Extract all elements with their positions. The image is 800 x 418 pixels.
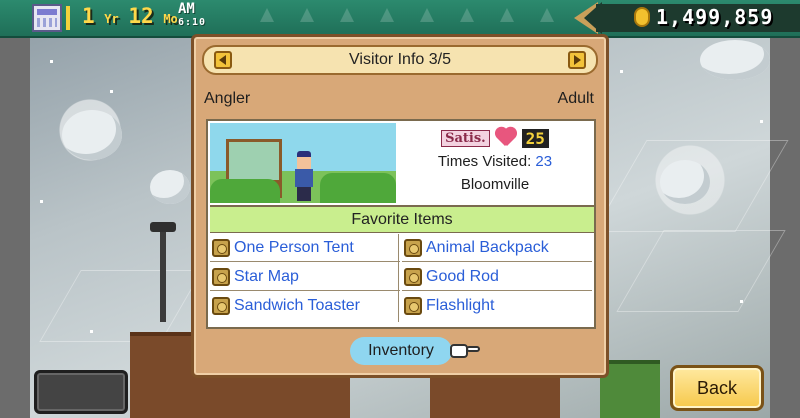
favorite-item[interactable]: One Person Tent [210,234,400,262]
bar-decoration [380,8,394,22]
panel-header: Visitor Info 3/5 [202,45,598,75]
sprite-body [295,169,313,187]
plant-stall [600,360,660,418]
left-edge [0,36,30,418]
year-number: 1 [82,4,95,28]
inventory-button[interactable]: Inventory [350,337,452,365]
coin-icon [634,7,650,27]
visitor-stats: Satis. 25 Times Visited: 23 Bloomville [398,123,592,203]
money-amount: 1,499,859 [656,5,774,29]
bar-divider [66,6,70,30]
next-visitor-button[interactable] [568,51,586,69]
prev-visitor-button[interactable] [214,51,232,69]
visitor-age-group: Adult [557,90,594,107]
item-coin-icon [404,238,422,257]
snowy-tree [62,110,122,160]
hand-finger [466,346,480,352]
favorite-item-label: Star Map [234,267,299,285]
item-coin-icon [212,238,230,257]
favorite-item[interactable]: Star Map [210,263,400,291]
satisfaction: Satis. 25 [441,127,549,149]
favorite-item-label: Flashlight [426,297,495,314]
satisfaction-label: Satis. [441,129,490,147]
times-visited: Times Visited: 23 [438,153,552,170]
favorite-item-label: Sandwich Toaster [234,297,360,314]
ground-tile [616,230,786,312]
menu-button[interactable] [34,370,128,414]
bar-decoration [300,8,314,22]
item-coin-icon [404,297,422,315]
item-coin-icon [212,267,230,286]
visitor-portrait [210,123,396,203]
panel-title: Visitor Info 3/5 [349,51,451,68]
snowflake [620,70,623,73]
bar-decoration [500,8,514,22]
bar-decoration [540,8,554,22]
visitor-sprite [294,151,314,201]
snowflake [110,90,113,93]
snowy-tree [660,160,710,204]
favorite-item[interactable]: Sandwich Toaster [210,292,400,320]
bush [320,173,396,203]
snowflake [40,200,43,203]
item-coin-icon [212,297,230,315]
favorite-item-label: Animal Backpack [426,238,549,256]
snowy-tree [150,170,190,204]
map-sign-icon [226,139,282,198]
sprite-head [297,151,311,171]
game-date: 1 Yr 12 Mo [82,4,178,28]
snowflake [760,120,763,123]
year-unit: Yr [104,12,119,26]
snowflake [50,60,53,63]
month-number: 12 [128,4,154,28]
bar-decoration [420,8,434,22]
favorite-item[interactable]: Good Rod [402,263,592,291]
back-button[interactable]: Back [670,365,764,411]
item-coin-icon [404,267,422,286]
visitor-info-box: Satis. 25 Times Visited: 23 Bloomville F… [206,119,596,329]
bar-decoration [260,8,274,22]
favorite-item-label: One Person Tent [234,238,354,256]
hand-palm [450,344,468,358]
month-unit: Mo [163,12,178,26]
snowflake [90,330,93,333]
bar-decoration [340,8,354,22]
street-lamp [150,222,176,322]
times-visited-value: 23 [535,153,553,170]
satisfaction-value: 25 [521,128,549,148]
pointing-hand-icon [450,340,480,362]
right-edge [770,36,800,418]
heart-icon [494,128,518,148]
game-clock: AM 6:10 [178,2,206,30]
favorite-item-label: Good Rod [426,267,499,285]
snowy-tree [700,40,770,80]
shop-building [430,372,560,418]
visitor-info-panel: Visitor Info 3/5 Angler Adult Satis. 25 … [191,34,609,378]
calendar-icon[interactable] [32,4,62,32]
clock-time: 6:10 [178,17,207,28]
top-status-bar: 1 Yr 12 Mo AM 6:10 1,499,859 [0,0,800,38]
money-bar-arrow-inner [584,2,602,34]
times-visited-label: Times Visited: [437,153,536,170]
visitor-hometown: Bloomville [460,176,530,193]
bush [210,179,280,203]
snowflake [740,300,743,303]
favorite-item[interactable]: Flashlight [402,292,592,320]
bar-decoration [460,8,474,22]
sprite-legs [297,187,311,201]
visitor-job: Angler [204,90,251,107]
favorite-items-header: Favorite Items [210,205,594,233]
favorite-item[interactable]: Animal Backpack [402,234,592,262]
